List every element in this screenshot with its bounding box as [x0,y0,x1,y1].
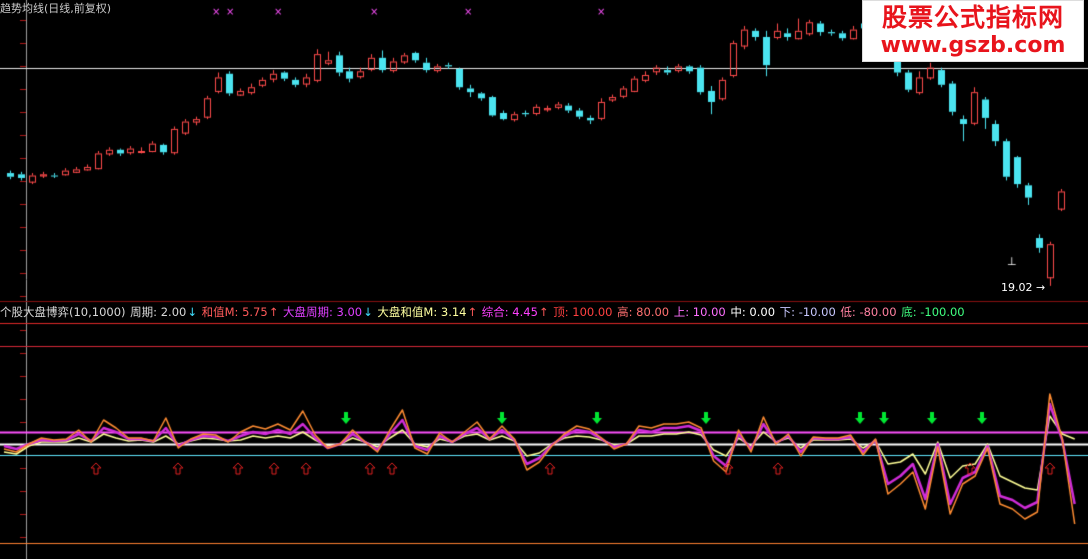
stock-chart-canvas[interactable] [0,0,1088,559]
legend-item-8: ↑ [467,305,478,319]
legend-item-13: 上: 10.00 [670,305,726,319]
legend-item-11: 顶: 100.00 [549,305,613,319]
legend-item-16: 低: -80.00 [836,305,897,319]
legend-item-6: ↓ [363,305,373,319]
legend-item-4: ↑ [268,305,279,319]
legend-item-17: 底: -100.00 [897,305,965,319]
chart-title: 趋势均线(日线,前复权) [0,2,112,15]
legend-item-12: 高: 80.00 [613,305,670,319]
legend-item-9: 综合: 4.45 [478,305,538,319]
legend-item-7: 大盘和值M: 3.14 [373,305,467,319]
legend-item-10: ↑ [538,305,549,319]
last-price-label: 19.02 → [1001,281,1046,294]
legend-item-14: 中: 0.00 [726,305,776,319]
watermark-text-cn: 股票公式指标网 [881,3,1064,32]
legend-item-5: 大盘周期: 3.00 [279,305,363,319]
legend-item-1: 周期: 2.00 [126,305,187,319]
legend-item-2: ↓ [187,305,197,319]
legend-item-0: 个股大盘博弈(10,1000) [0,305,126,319]
watermark-logo: 股票公式指标网 www.gszb.com [862,0,1084,62]
indicator-legend: 个股大盘博弈(10,1000) 周期: 2.00↓ 和值M: 5.75↑ 大盘周… [0,304,966,320]
legend-item-3: 和值M: 5.75 [197,305,268,319]
legend-item-15: 下: -10.00 [776,305,836,319]
watermark-url: www.gszb.com [880,33,1066,58]
last-price-value: 19.02 [1001,281,1033,294]
